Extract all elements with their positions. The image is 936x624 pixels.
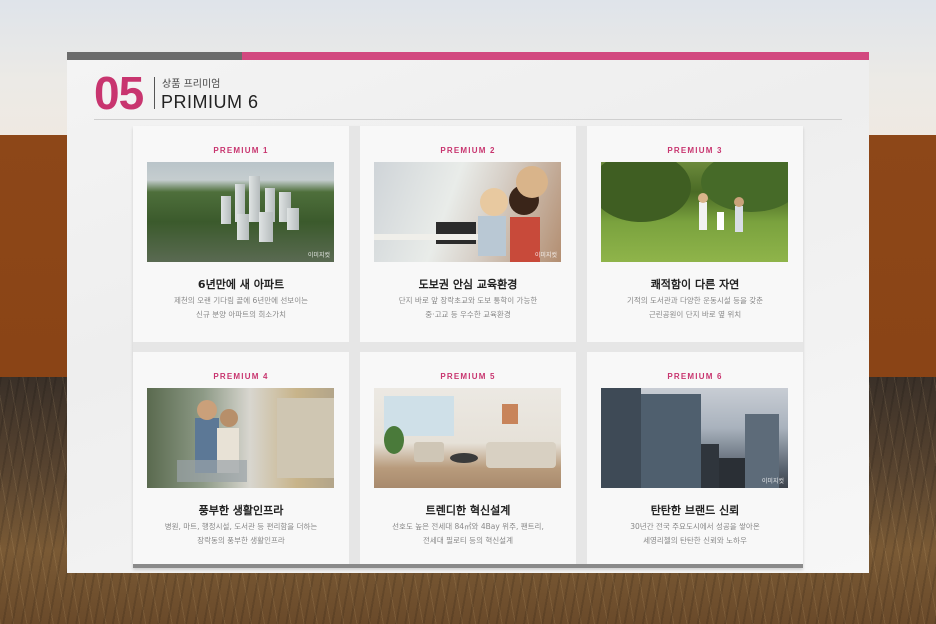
grid-bottom-border [133, 564, 803, 568]
couple-shopping-image [147, 388, 334, 488]
family-park-image [601, 162, 788, 262]
section-divider [154, 77, 155, 109]
card-description: 기적의 도서관과 다양한 운동시설 등을 갖춘 근린공원이 단지 바로 옆 위치 [626, 296, 764, 319]
premium-card-6: PREMIUM 6 이미지컷 탄탄한 브랜드 신뢰 30년간 전국 주요도시에서… [587, 352, 803, 568]
premium-tag: PREMIUM 4 [213, 372, 269, 381]
card-description: 30년간 전국 주요도시에서 성공을 쌓아온 세영리첼의 탄탄한 신뢰와 노하우 [630, 522, 760, 545]
city-skyline-image: 이미지컷 [601, 388, 788, 488]
image-caption: 이미지컷 [761, 478, 784, 485]
premium-tag: PREMIUM 3 [667, 146, 723, 155]
children-studying-image: 이미지컷 [374, 162, 561, 262]
image-caption: 이미지컷 [534, 252, 557, 259]
premium-card-4: PREMIUM 4 풍부한 생활인프라 병원, 마트, 행정시설, 도서관 등 … [133, 352, 349, 568]
section-number: 05 [94, 67, 144, 119]
panel-top-bar-pink [242, 52, 869, 60]
card-title: 6년만에 새 아파트 [197, 278, 285, 291]
card-title: 풍부한 생활인프라 [198, 504, 284, 517]
premium-tag: PREMIUM 5 [440, 372, 496, 381]
premium-card-1: PREMIUM 1 이미지컷 6년만에 새 아파트 제천의 오랜 기다림 끝에 … [133, 126, 349, 342]
premium-tag: PREMIUM 2 [440, 146, 496, 155]
premium-grid: PREMIUM 1 이미지컷 6년만에 새 아파트 제천의 오랜 기다림 끝에 … [133, 126, 803, 568]
section-subtitle: 상품 프리미엄 [162, 79, 221, 90]
header-divider [94, 119, 842, 120]
card-description: 제천의 오랜 기다림 끝에 6년만에 선보이는 신규 분양 아파트의 희소가치 [174, 296, 308, 319]
card-description: 병원, 마트, 행정시설, 도서관 등 편리함을 더하는 장락동의 풍부한 생활… [164, 522, 318, 545]
card-title: 탄탄한 브랜드 신뢰 [650, 504, 740, 517]
panel-top-bar-gray [67, 52, 242, 60]
premium-card-2: PREMIUM 2 이미지컷 도보권 안심 교육환경 단지 바로 앞 장락초교와… [360, 126, 576, 342]
premium-tag: PREMIUM 1 [213, 146, 269, 155]
card-description: 선호도 높은 전세대 84㎡와 4Bay 위주, 팬트리, 전세대 필로티 등의… [392, 522, 544, 545]
premium-card-3: PREMIUM 3 쾌적함이 다른 자연 기적의 도서관과 다양한 운동시설 등… [587, 126, 803, 342]
living-room-image [374, 388, 561, 488]
premium-tag: PREMIUM 6 [667, 372, 723, 381]
premium-card-5: PREMIUM 5 트렌디한 혁신설계 선호도 높은 전세대 84㎡와 4Bay… [360, 352, 576, 568]
premium-panel: 05 상품 프리미엄 PRIMIUM 6 PREMIUM 1 이미지컷 6년만에… [67, 52, 869, 573]
card-title: 쾌적함이 다른 자연 [650, 278, 740, 291]
section-title: PRIMIUM 6 [161, 92, 259, 112]
apartment-aerial-image: 이미지컷 [147, 162, 334, 262]
card-title: 트렌디한 혁신설계 [425, 504, 511, 517]
card-description: 단지 바로 앞 장락초교와 도보 통학이 가능한 중·고교 등 우수한 교육환경 [398, 296, 538, 319]
image-caption: 이미지컷 [307, 252, 330, 259]
card-title: 도보권 안심 교육환경 [418, 278, 518, 291]
